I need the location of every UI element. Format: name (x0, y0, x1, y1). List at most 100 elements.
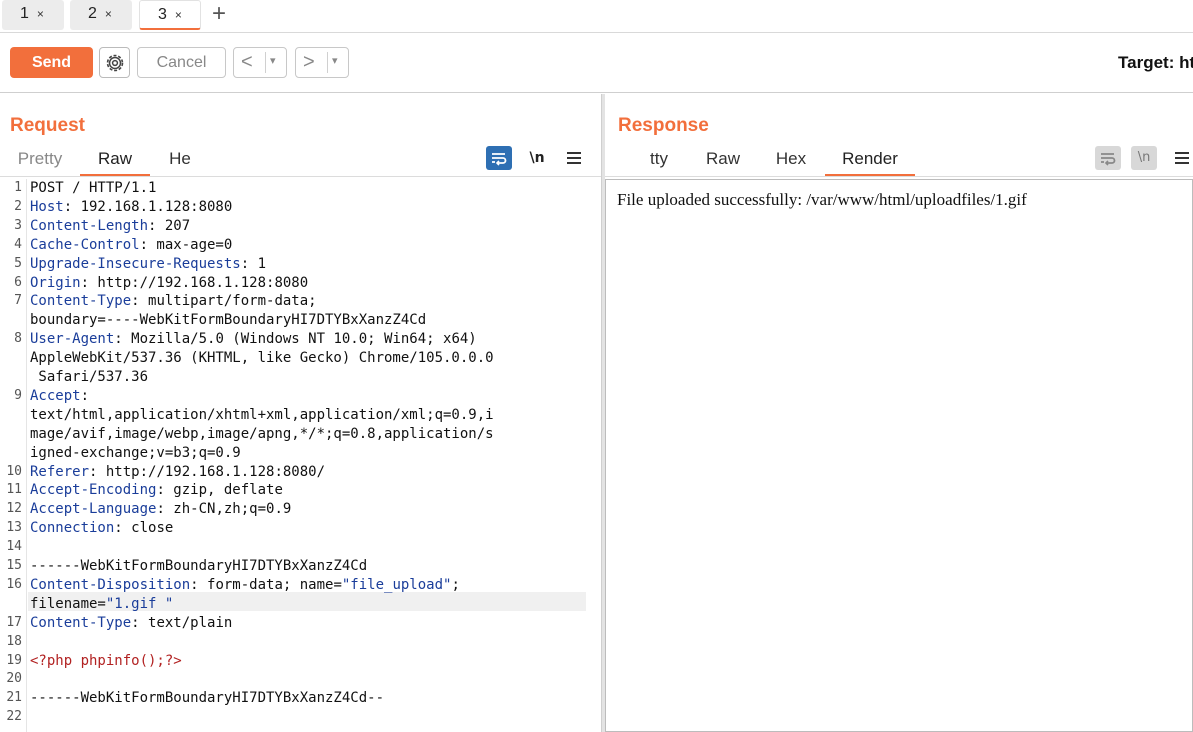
toolbar: Send Cancel < ▾ > ▾ Target: ht (0, 33, 1193, 93)
tab-render[interactable]: Render (825, 146, 915, 176)
request-title: Request (10, 115, 85, 136)
header-name: Content-Length (30, 217, 149, 234)
header-name: Accept-Encoding (30, 482, 157, 499)
code-line: Connection: close (30, 519, 173, 538)
tab-1[interactable]: 1 × (2, 0, 64, 30)
tab-3[interactable]: 3 × (139, 0, 201, 30)
header-value: text/html,application/xhtml+xml,applicat… (30, 406, 494, 423)
code-line: ------WebKitFormBoundaryHI7DTYBxXanzZ4Cd… (30, 689, 384, 708)
line-number: 8 (14, 331, 22, 347)
code-line: POST / HTTP/1.1 (30, 179, 156, 198)
line-number: 6 (14, 274, 22, 290)
header-value: igned-exchange;v=b3;q=0.9 (30, 444, 241, 461)
code-line: Accept-Language: zh-CN,zh;q=0.9 (30, 500, 291, 519)
wrap-icon (492, 153, 507, 166)
back-button-group[interactable]: < ▾ (233, 47, 287, 78)
tab-hex[interactable]: Hex (773, 146, 809, 176)
response-panel: Response tty Raw Hex Render \n File uplo… (605, 94, 1193, 732)
header-value: : gzip, deflate (156, 482, 283, 499)
header-name: Content-Disposition (30, 576, 191, 593)
line-number: 5 (14, 255, 22, 271)
back-arrow-icon[interactable]: < (241, 50, 253, 74)
code-line: Content-Type: text/plain (30, 614, 232, 633)
php-payload: <?php phpinfo();?> (30, 652, 182, 669)
tab-raw[interactable]: Raw (701, 146, 745, 176)
wrap-icon (1101, 153, 1116, 166)
tab-2[interactable]: 2 × (70, 0, 132, 30)
code-line: Cache-Control: max-age=0 (30, 236, 232, 255)
line-number: 21 (6, 690, 22, 706)
line-number: 1 (14, 180, 22, 195)
menu-icon[interactable] (1169, 149, 1193, 173)
header-name: Accept-Language (30, 501, 157, 518)
settings-button[interactable] (99, 47, 130, 78)
show-newlines-toggle[interactable]: \n (1131, 146, 1157, 170)
code-line: User-Agent: Mozilla/5.0 (Windows NT 10.0… (30, 330, 477, 349)
menu-icon[interactable] (561, 149, 587, 173)
line-number: 17 (6, 614, 22, 630)
close-icon[interactable]: × (105, 7, 112, 21)
forward-button-group[interactable]: > ▾ (295, 47, 349, 78)
tab-bar: 1 × 2 × 3 × + (0, 0, 1193, 33)
tab-hex[interactable]: He (160, 146, 200, 176)
header-value: : http://192.168.1.128:8080 (80, 274, 309, 291)
code-line: boundary=----WebKitFormBoundaryHI7DTYBxX… (30, 311, 426, 330)
show-newlines-toggle[interactable]: \n (524, 146, 550, 170)
line-number: 18 (6, 633, 22, 649)
chevron-down-icon[interactable]: ▾ (332, 54, 338, 67)
code-line: AppleWebKit/537.36 (KHTML, like Gecko) C… (30, 349, 494, 368)
header-value: : max-age=0 (139, 236, 233, 253)
line-number: 7 (14, 293, 22, 309)
header-value: : 207 (148, 217, 191, 234)
header-name: User-Agent (30, 331, 115, 348)
header-value: AppleWebKit/537.36 (KHTML, like Gecko) C… (30, 350, 494, 367)
header-value: : 1 (240, 255, 267, 272)
gear-icon (106, 54, 124, 72)
tab-label: 1 (20, 5, 29, 22)
header-value: : (80, 387, 90, 404)
line-number: 15 (6, 558, 22, 573)
string-literal: "1.gif " (105, 595, 174, 612)
tab-raw[interactable]: Raw (80, 146, 150, 176)
header-name: Origin (30, 274, 81, 291)
code-line: ------WebKitFormBoundaryHI7DTYBxXanzZ4Cd (30, 557, 367, 576)
line-number: 12 (6, 501, 22, 517)
header-value: : zh-CN,zh;q=0.9 (156, 501, 292, 518)
add-tab-icon[interactable]: + (212, 2, 226, 26)
header-value: mage/avif,image/webp,image/apng,*/*;q=0.… (30, 425, 494, 442)
line-number: 22 (6, 709, 22, 725)
header-name: Upgrade-Insecure-Requests (30, 255, 241, 272)
line-number: 13 (6, 520, 22, 536)
header-name: Accept (30, 387, 81, 404)
header-name: Content-Type (30, 293, 132, 310)
header-value: : form-data; name= (190, 576, 342, 593)
header-name: Content-Type (30, 614, 132, 631)
cancel-button[interactable]: Cancel (137, 47, 226, 78)
line-number: 11 (6, 482, 22, 498)
header-value: filename= (30, 595, 106, 612)
header-value: : close (114, 520, 174, 537)
close-icon[interactable]: × (37, 7, 44, 21)
response-title: Response (618, 115, 709, 136)
code-line: Referer: http://192.168.1.128:8080/ (30, 463, 325, 482)
send-button[interactable]: Send (10, 47, 93, 78)
code-line: Accept: (30, 387, 89, 406)
code-text: ; (451, 576, 460, 593)
line-number: 19 (6, 652, 22, 668)
chevron-down-icon[interactable]: ▾ (270, 54, 276, 67)
line-number: 10 (6, 463, 22, 479)
word-wrap-toggle[interactable] (1095, 146, 1121, 170)
code-line: filename="1.gif " (30, 595, 173, 614)
rendered-response-text: File uploaded successfully: /var/www/htm… (617, 190, 1027, 209)
word-wrap-toggle[interactable] (486, 146, 512, 170)
tab-pretty[interactable]: Pretty (10, 146, 70, 176)
tab-pretty[interactable]: tty (643, 146, 675, 176)
code-line: Origin: http://192.168.1.128:8080 (30, 274, 308, 293)
close-icon[interactable]: × (175, 8, 182, 22)
request-panel: Request Pretty Raw He \n 1 POST / HTTP/1.… (0, 94, 601, 732)
header-value: ------WebKitFormBoundaryHI7DTYBxXanzZ4Cd… (30, 690, 385, 707)
line-number: 3 (14, 217, 22, 233)
forward-arrow-icon[interactable]: > (303, 50, 315, 74)
code-line: Accept-Encoding: gzip, deflate (30, 481, 283, 500)
header-value: : multipart/form-data; (131, 293, 317, 310)
